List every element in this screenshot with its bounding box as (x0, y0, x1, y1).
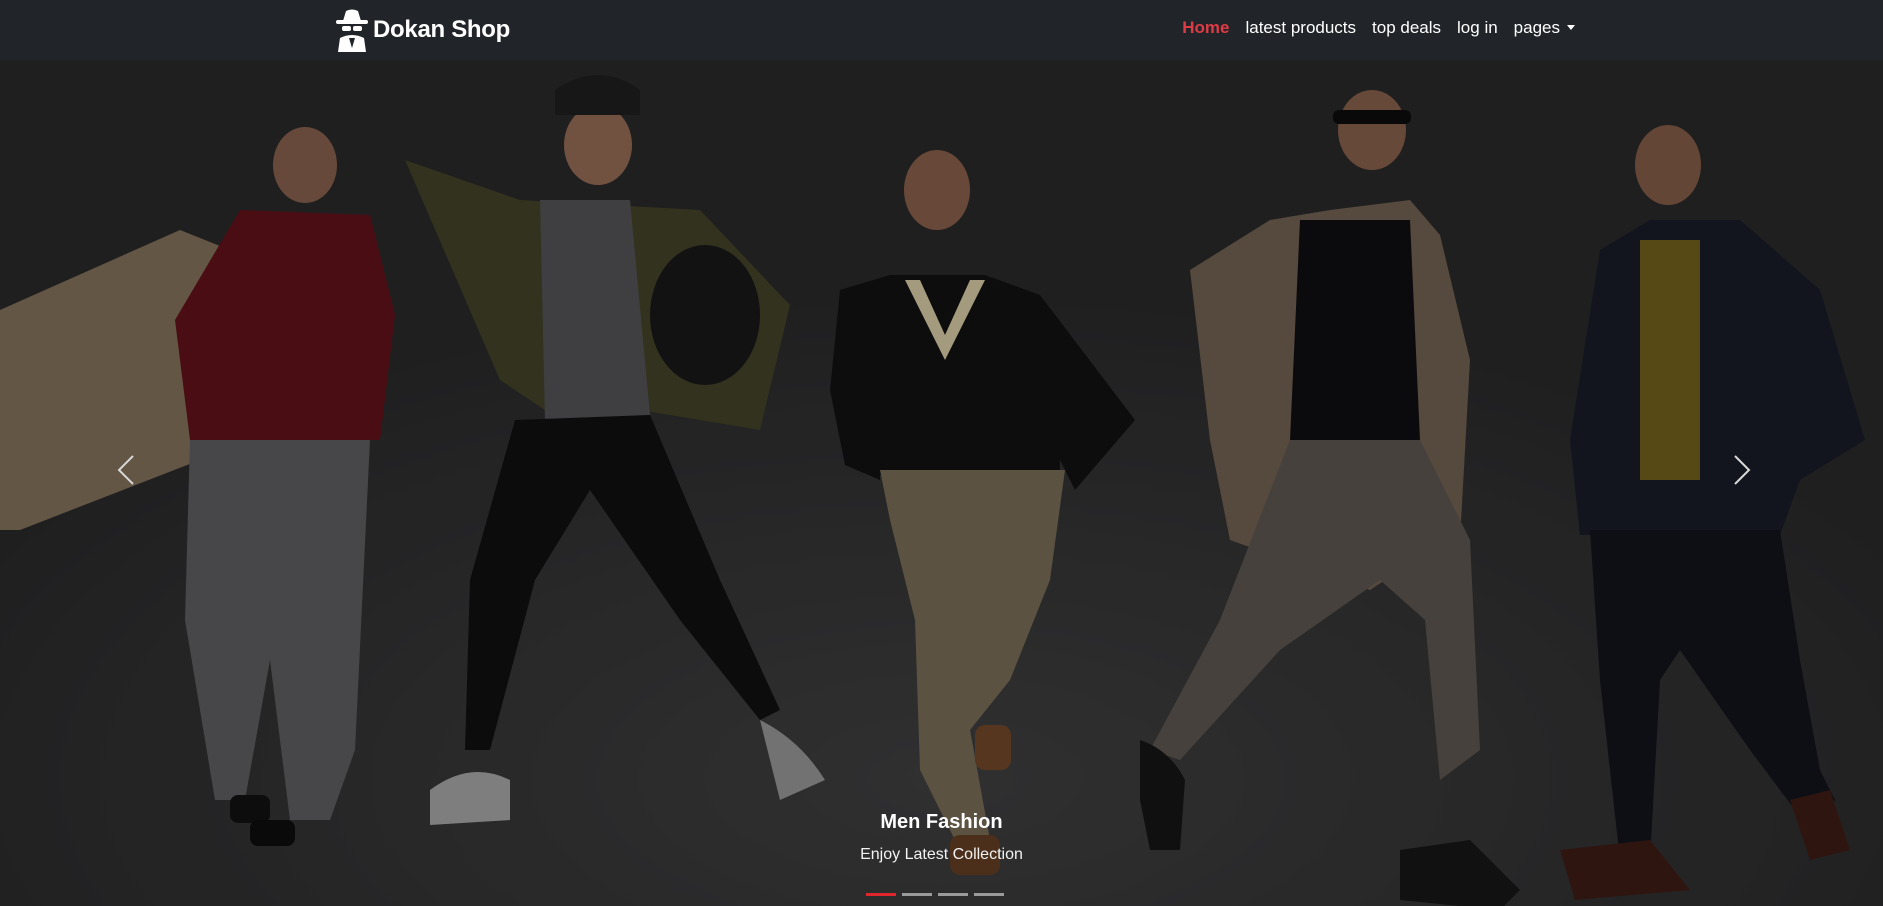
nav-home[interactable]: Home (1182, 18, 1229, 38)
hero-dim-overlay (0, 60, 1883, 906)
carousel-indicators (866, 893, 1004, 896)
nav-pages-label: pages (1513, 18, 1560, 37)
brand-link[interactable]: Dokan Shop (333, 6, 510, 54)
caption-text: Enjoy Latest Collection (860, 846, 1023, 863)
carousel-indicator-4[interactable] (974, 893, 1004, 896)
main-nav: Home latest products top deals log in pa… (1182, 0, 1575, 56)
nav-top-deals[interactable]: top deals (1372, 18, 1441, 38)
caret-down-icon (1567, 25, 1575, 30)
chevron-left-icon (117, 455, 134, 485)
carousel-indicator-2[interactable] (902, 893, 932, 896)
carousel-caption: Men Fashion Enjoy Latest Collection (0, 811, 1883, 864)
spy-hat-icon (336, 9, 368, 52)
top-navbar: Dokan Shop Home latest products top deal… (0, 0, 1883, 60)
carousel-prev-button[interactable] (106, 440, 146, 500)
chevron-right-icon (1734, 455, 1751, 485)
nav-latest-products[interactable]: latest products (1245, 18, 1356, 38)
carousel-indicator-1[interactable] (866, 893, 896, 896)
hero-carousel: Men Fashion Enjoy Latest Collection (0, 60, 1883, 906)
brand-name: Dokan Shop (373, 16, 511, 43)
carousel-next-button[interactable] (1722, 440, 1762, 500)
nav-log-in[interactable]: log in (1457, 18, 1498, 38)
nav-pages-dropdown[interactable]: pages (1514, 18, 1575, 38)
carousel-indicator-3[interactable] (938, 893, 968, 896)
caption-title: Men Fashion (880, 811, 1003, 833)
